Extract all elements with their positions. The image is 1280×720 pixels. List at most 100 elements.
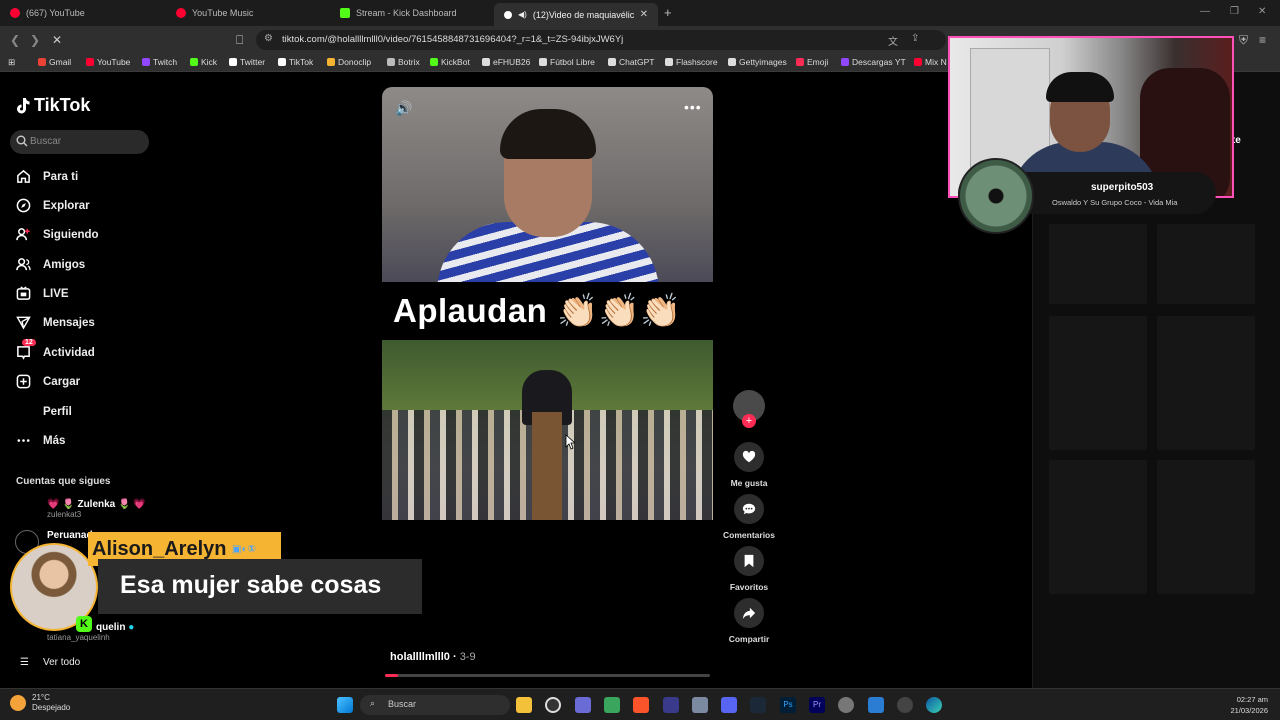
forward-icon[interactable]: ❯: [30, 33, 40, 47]
bookmark-label: Emoji: [807, 57, 829, 67]
nav-item-live[interactable]: LIVE: [16, 286, 69, 301]
bookmark-chatgpt[interactable]: ChatGPT: [608, 57, 654, 67]
nav-item-cargar[interactable]: Cargar: [16, 374, 80, 389]
like-button[interactable]: Me gusta: [723, 442, 775, 488]
nav-item-explorar[interactable]: Explorar: [16, 198, 90, 213]
bookmark-tiktok[interactable]: TikTok: [278, 57, 313, 67]
bookmark-youtube[interactable]: YouTube: [86, 57, 130, 67]
bookmark-twitter[interactable]: Twitter: [229, 57, 265, 67]
steam-icon[interactable]: [750, 697, 766, 713]
weather-desc: Despejado: [32, 703, 71, 712]
share-button[interactable]: Compartir: [723, 598, 775, 644]
video-progress-bar[interactable]: [385, 674, 710, 677]
live-icon: [16, 286, 31, 300]
nav-label: Perfil: [43, 405, 72, 418]
apps-grid-icon[interactable]: ⊞: [8, 57, 15, 68]
translate-icon[interactable]: 文: [888, 33, 898, 48]
volume-icon[interactable]: 🔊: [395, 100, 412, 117]
related-video-thumb[interactable]: [1049, 224, 1147, 304]
webcam-headset: [1046, 72, 1114, 102]
back-icon[interactable]: ❮: [10, 33, 20, 47]
more-options-icon[interactable]: •••: [684, 99, 702, 115]
tab-youtube-music[interactable]: YouTube Music: [166, 3, 330, 23]
new-tab-button[interactable]: +: [664, 5, 672, 20]
stop-loading-icon[interactable]: ✕: [52, 33, 62, 47]
vpn-shield-icon[interactable]: ⛨: [1239, 33, 1248, 48]
settings-icon[interactable]: [838, 697, 854, 713]
bookmark-mix-n[interactable]: Mix N: [914, 57, 947, 67]
following-account[interactable]: quelin ●: [96, 622, 134, 633]
tab-kick-dashboard[interactable]: Stream - Kick Dashboard: [330, 3, 494, 23]
search-input[interactable]: Buscar: [10, 130, 149, 154]
bookmark-gmail[interactable]: Gmail: [38, 57, 71, 67]
bookmark-descargas-yt[interactable]: Descargas YT: [841, 57, 906, 67]
related-video-thumb[interactable]: [1157, 224, 1255, 304]
nav-item-mensajes[interactable]: Mensajes: [16, 315, 95, 330]
url-field[interactable]: ⚙ tiktok.com/@holallllmlll0/video/761545…: [256, 30, 946, 50]
file-explorer-icon[interactable]: [516, 697, 532, 713]
bookmark-efhub26[interactable]: eFHUB26: [482, 57, 530, 67]
comments-button[interactable]: Comentarios: [723, 494, 775, 540]
search-icon: [16, 135, 28, 147]
chat-badges-icon: ▣◐①: [232, 544, 257, 556]
bookmark-favicon-icon: [841, 58, 849, 66]
bookmark-botrix[interactable]: Botrix: [387, 57, 420, 67]
nav-label: Mensajes: [43, 316, 95, 329]
obs-icon[interactable]: [545, 697, 561, 713]
premiere-icon[interactable]: Pr: [809, 697, 825, 713]
tiktok-logo[interactable]: TikTok: [16, 95, 90, 116]
close-tab-icon[interactable]: ✕: [640, 9, 648, 20]
edge-icon[interactable]: [926, 697, 942, 713]
nav-item-para-ti[interactable]: Para ti: [16, 169, 78, 184]
following-account[interactable]: Peruanad: [47, 530, 93, 541]
favorites-button[interactable]: Favoritos: [723, 546, 775, 592]
related-video-thumb[interactable]: [1049, 316, 1147, 450]
bookmark-kickbot[interactable]: KickBot: [430, 57, 470, 67]
taskbar-search[interactable]: ⌕ Buscar: [360, 695, 510, 715]
related-video-thumb[interactable]: [1157, 460, 1255, 594]
video-author-line[interactable]: holallllmlll0 · 3-9: [390, 651, 476, 663]
app-icon[interactable]: [663, 697, 679, 713]
following-account[interactable]: 💗 🌷 Zulenka 🌷 💗 zulenkat3: [47, 499, 146, 519]
bookmark-emoji[interactable]: Emoji: [796, 57, 828, 67]
bookmark-favicon-icon: [608, 58, 616, 66]
bookmark-label: KickBot: [441, 57, 470, 67]
discord-icon[interactable]: [721, 697, 737, 713]
tab-tiktok-video[interactable]: ◀) (12)Video de maquiavélico54 ✕: [494, 3, 658, 26]
nav-item-perfil[interactable]: Perfil: [16, 404, 72, 419]
bookmark-flashscore[interactable]: Flashscore: [665, 57, 718, 67]
photoshop-icon[interactable]: Ps: [780, 697, 796, 713]
nav-item-siguiendo[interactable]: Siguiendo: [16, 227, 99, 242]
app-icon[interactable]: [575, 697, 591, 713]
restore-icon[interactable]: ❐: [1230, 6, 1239, 17]
calculator-icon[interactable]: [692, 697, 708, 713]
bookmark-twitch[interactable]: Twitch: [142, 57, 177, 67]
windows-start-icon[interactable]: [337, 697, 353, 713]
related-video-thumb[interactable]: [1157, 316, 1255, 450]
related-video-thumb[interactable]: [1049, 460, 1147, 594]
menu-icon[interactable]: ≡: [1259, 33, 1266, 47]
site-info-icon[interactable]: ⚙: [264, 33, 273, 44]
share-page-icon[interactable]: ⇪: [911, 33, 919, 44]
bookmark-page-icon[interactable]: ⎕: [236, 33, 243, 48]
bookmark-donoclip[interactable]: Donoclip: [327, 57, 371, 67]
bookmark-kick[interactable]: Kick: [190, 57, 217, 67]
close-window-icon[interactable]: ✕: [1258, 6, 1266, 17]
weather-widget[interactable]: 21°C Despejado: [10, 693, 70, 713]
video-player[interactable]: Aplaudan 👏🏻👏🏻👏🏻 🔊 ••• holallllmlll0 · 3-…: [382, 87, 713, 680]
nav-item-mas[interactable]: Más: [16, 433, 65, 448]
bookmark-f-tbol-libre[interactable]: Fútbol Libre: [539, 57, 595, 67]
system-clock[interactable]: 02:27 am 21/03/2026: [1220, 694, 1268, 716]
media-player-icon[interactable]: [897, 697, 913, 713]
notepad-icon[interactable]: [868, 697, 884, 713]
tab-youtube[interactable]: (667) YouTube: [0, 3, 164, 23]
bookmark-gettyimages[interactable]: Gettyimages: [728, 57, 787, 67]
minimize-icon[interactable]: —: [1200, 6, 1210, 17]
account-name: Peruanad: [47, 530, 93, 541]
brave-icon[interactable]: [633, 697, 649, 713]
nav-item-actividad[interactable]: 12 Actividad: [16, 339, 95, 360]
nav-item-amigos[interactable]: Amigos: [16, 257, 85, 272]
follow-plus-icon[interactable]: +: [742, 414, 756, 428]
see-all-button[interactable]: ☰ Ver todo: [20, 657, 80, 668]
app-icon[interactable]: [604, 697, 620, 713]
